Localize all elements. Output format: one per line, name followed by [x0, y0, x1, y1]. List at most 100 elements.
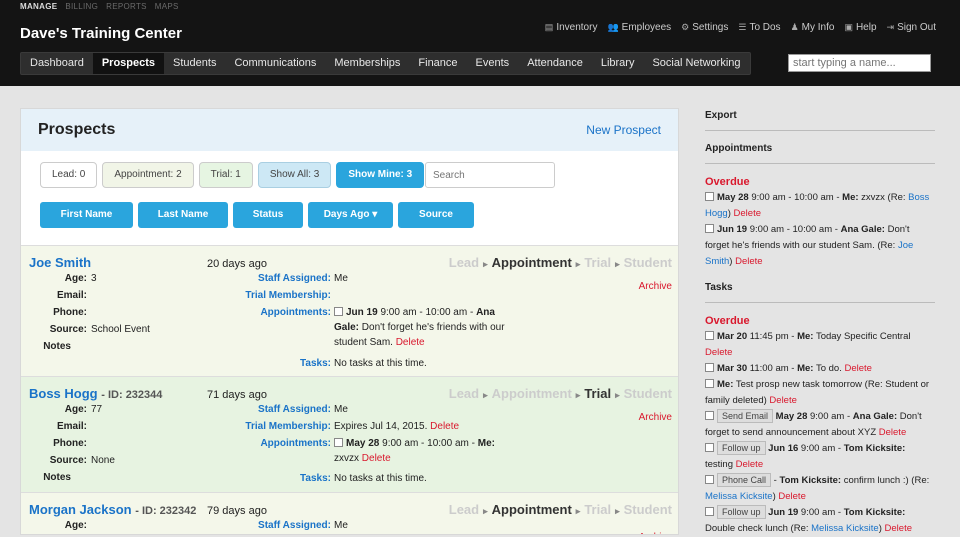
- age-value: 77: [91, 404, 103, 415]
- notes-label[interactable]: Notes: [25, 341, 71, 352]
- delete-link[interactable]: Delete: [735, 256, 762, 267]
- delete-link[interactable]: Delete: [879, 427, 906, 438]
- trial-label: Trial Membership:: [245, 290, 331, 301]
- topnav-reports[interactable]: REPORTS: [106, 2, 147, 11]
- trial-label: Trial Membership:: [245, 421, 331, 432]
- filter-lead[interactable]: Lead: 0: [40, 162, 98, 188]
- staff-label: Staff Assigned:: [258, 404, 331, 415]
- staff-label: Staff Assigned:: [258, 520, 331, 531]
- appointment-checkbox[interactable]: [334, 307, 343, 316]
- nav-social-networking[interactable]: Social Networking: [643, 53, 749, 74]
- sort-last-name-button[interactable]: Last Name: [138, 202, 228, 228]
- arrow-right-icon: ▸: [575, 259, 581, 269]
- util-link-sign-out[interactable]: ⇥ Sign Out: [887, 22, 936, 33]
- topnav-billing[interactable]: BILLING: [65, 2, 98, 11]
- prospect-id: - ID: 232342: [135, 505, 197, 517]
- util-link-settings[interactable]: ⚙ Settings: [681, 22, 728, 33]
- util-link-inventory[interactable]: ▤ Inventory: [545, 22, 598, 33]
- new-prospect-link[interactable]: New Prospect: [586, 123, 661, 137]
- age-label: Age:: [64, 520, 87, 531]
- related-link[interactable]: Melissa Kicksite: [705, 491, 773, 502]
- delete-link[interactable]: Delete: [844, 363, 871, 374]
- appointment-checkbox[interactable]: [334, 438, 343, 447]
- delete-link[interactable]: Delete: [396, 337, 425, 348]
- list-item: Follow up Jun 19 9:00 am - Tom Kicksite:…: [705, 505, 912, 534]
- util-link-employees[interactable]: 👥 Employees: [607, 22, 671, 33]
- filter-trial[interactable]: Trial: 1: [198, 162, 253, 188]
- nav-prospects[interactable]: Prospects: [92, 53, 165, 74]
- inventory-icon: ▤: [544, 22, 554, 32]
- list-item: Follow up Jun 16 9:00 am - Tom Kicksite:…: [705, 441, 906, 470]
- item-checkbox[interactable]: [705, 363, 714, 372]
- prospect-name-link[interactable]: Boss Hogg - ID: 232344: [29, 386, 162, 401]
- delete-link[interactable]: Delete: [362, 453, 391, 464]
- name-search-input[interactable]: [788, 54, 931, 72]
- delete-link[interactable]: Delete: [705, 347, 732, 358]
- util-link-help[interactable]: ▣ Help: [844, 22, 876, 33]
- filter-show-mine[interactable]: Show Mine: 3: [336, 162, 425, 188]
- nav-library[interactable]: Library: [592, 53, 644, 74]
- item-checkbox[interactable]: [705, 331, 714, 340]
- item-checkbox[interactable]: [705, 192, 714, 201]
- topnav-maps[interactable]: MAPS: [155, 2, 179, 11]
- email-label: Email:: [56, 290, 87, 301]
- sort-source-button[interactable]: Source: [398, 202, 474, 228]
- topnav-manage[interactable]: MANAGE: [20, 2, 57, 11]
- prospect-name-link[interactable]: Morgan Jackson - ID: 232342: [29, 502, 196, 517]
- notes-label[interactable]: Notes: [25, 472, 71, 483]
- todos-icon: ☰: [738, 22, 747, 32]
- appointments-overdue-label: Overdue: [705, 176, 750, 188]
- sort-days-ago-label: Days Ago: [323, 209, 370, 220]
- delete-link[interactable]: Delete: [734, 208, 761, 219]
- nav-attendance[interactable]: Attendance: [518, 53, 592, 74]
- sort-buttons: First Name Last Name Status Days Ago ▾ S…: [40, 202, 474, 228]
- item-checkbox[interactable]: [705, 411, 714, 420]
- arrow-right-icon: ▸: [575, 506, 581, 516]
- item-checkbox[interactable]: [705, 475, 714, 484]
- phone-label: Phone:: [53, 307, 87, 318]
- nav-students[interactable]: Students: [164, 53, 225, 74]
- item-checkbox[interactable]: [705, 507, 714, 516]
- list-item: Me: Test prosp new task tomorrow (Re: St…: [705, 379, 930, 406]
- delete-link[interactable]: Delete: [885, 523, 912, 534]
- delete-link[interactable]: Delete: [736, 459, 763, 470]
- panel-header: Prospects New Prospect: [21, 109, 678, 151]
- item-checkbox[interactable]: [705, 224, 714, 233]
- item-checkbox[interactable]: [705, 379, 714, 388]
- prospect-row: Joe Smith Age: 3 Email: Phone: Source: S…: [21, 245, 678, 376]
- item-checkbox[interactable]: [705, 443, 714, 452]
- sort-days-ago-button[interactable]: Days Ago ▾: [308, 202, 393, 228]
- tasks-value: No tasks at this time.: [334, 473, 427, 484]
- export-heading[interactable]: Export: [705, 108, 935, 131]
- app-name[interactable]: Dave's Training Center: [20, 25, 182, 42]
- filter-show-all[interactable]: Show All: 3: [257, 162, 332, 188]
- nav-dashboard[interactable]: Dashboard: [21, 53, 93, 74]
- nav-events[interactable]: Events: [467, 53, 519, 74]
- prospect-search-input[interactable]: [425, 162, 555, 188]
- nav-finance[interactable]: Finance: [409, 53, 466, 74]
- age-label: Age:: [64, 404, 87, 415]
- arrow-right-icon: ▸: [615, 390, 620, 400]
- delete-link[interactable]: Delete: [769, 395, 796, 406]
- related-link[interactable]: Melissa Kicksite: [811, 523, 879, 534]
- sort-status-button[interactable]: Status: [233, 202, 303, 228]
- utility-links: ▤ Inventory 👥 Employees ⚙ Settings ☰ To Dos ♟ My …: [545, 22, 936, 33]
- util-link-my-info[interactable]: ♟ My Info: [791, 22, 835, 33]
- arrow-right-icon: ▸: [483, 506, 488, 516]
- tasks-value: No tasks at this time.: [334, 358, 427, 369]
- nav-communications[interactable]: Communications: [225, 53, 325, 74]
- nav-memberships[interactable]: Memberships: [325, 53, 409, 74]
- staff-value: Me: [334, 404, 348, 415]
- source-value: School Event: [91, 324, 150, 335]
- archive-link[interactable]: Archive: [639, 281, 672, 292]
- source-value: None: [91, 455, 115, 466]
- delete-link[interactable]: Delete: [778, 491, 805, 502]
- util-link-to-dos[interactable]: ☰ To Dos: [738, 22, 780, 33]
- sort-first-name-button[interactable]: First Name: [40, 202, 133, 228]
- filter-appointment[interactable]: Appointment: 2: [102, 162, 194, 188]
- delete-link[interactable]: Delete: [430, 421, 459, 432]
- staff-value: Me: [334, 273, 348, 284]
- prospect-name-link[interactable]: Joe Smith: [29, 255, 91, 270]
- status-pipeline: Lead ▸ Appointment ▸ Trial ▸ Student: [448, 386, 672, 401]
- archive-link[interactable]: Archive: [639, 412, 672, 423]
